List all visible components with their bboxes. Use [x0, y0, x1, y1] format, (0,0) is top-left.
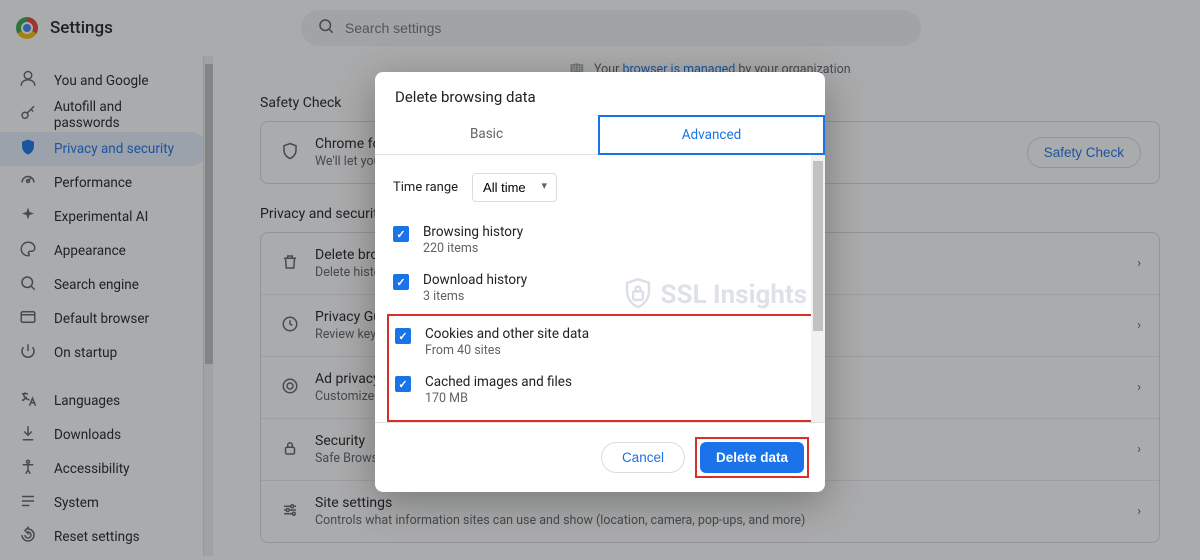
dialog-body: Time range All time ✓ Browsing history 2…: [375, 155, 825, 422]
checkbox-download-history[interactable]: ✓: [393, 274, 409, 290]
delete-data-button[interactable]: Delete data: [700, 442, 804, 473]
tab-advanced[interactable]: Advanced: [598, 115, 825, 155]
dialog-footer: Cancel Delete data: [375, 422, 825, 492]
option-download-history: ✓ Download history 3 items: [393, 264, 807, 312]
checkbox-cookies[interactable]: ✓: [395, 328, 411, 344]
time-range-label: Time range: [393, 180, 458, 195]
highlight-annotation-delete-button: Delete data: [695, 437, 809, 478]
option-cached-images: ✓ Cached images and files 170 MB: [395, 366, 805, 414]
dialog-scrollbar-track[interactable]: [811, 155, 825, 422]
highlight-annotation-cookies-cache: ✓ Cookies and other site data From 40 si…: [387, 314, 813, 422]
tab-basic[interactable]: Basic: [375, 116, 598, 154]
dialog-scrollbar-thumb[interactable]: [813, 161, 823, 331]
time-range-select[interactable]: All time: [472, 173, 557, 202]
delete-browsing-data-dialog: Delete browsing data Basic Advanced Time…: [375, 72, 825, 492]
option-browsing-history: ✓ Browsing history 220 items: [393, 216, 807, 264]
option-cookies: ✓ Cookies and other site data From 40 si…: [395, 318, 805, 366]
checkbox-cached-images[interactable]: ✓: [395, 376, 411, 392]
cancel-button[interactable]: Cancel: [601, 442, 685, 473]
dialog-tabs: Basic Advanced: [375, 116, 825, 155]
modal-scrim[interactable]: Delete browsing data Basic Advanced Time…: [0, 0, 1200, 560]
dialog-title: Delete browsing data: [375, 72, 825, 116]
checkbox-browsing-history[interactable]: ✓: [393, 226, 409, 242]
